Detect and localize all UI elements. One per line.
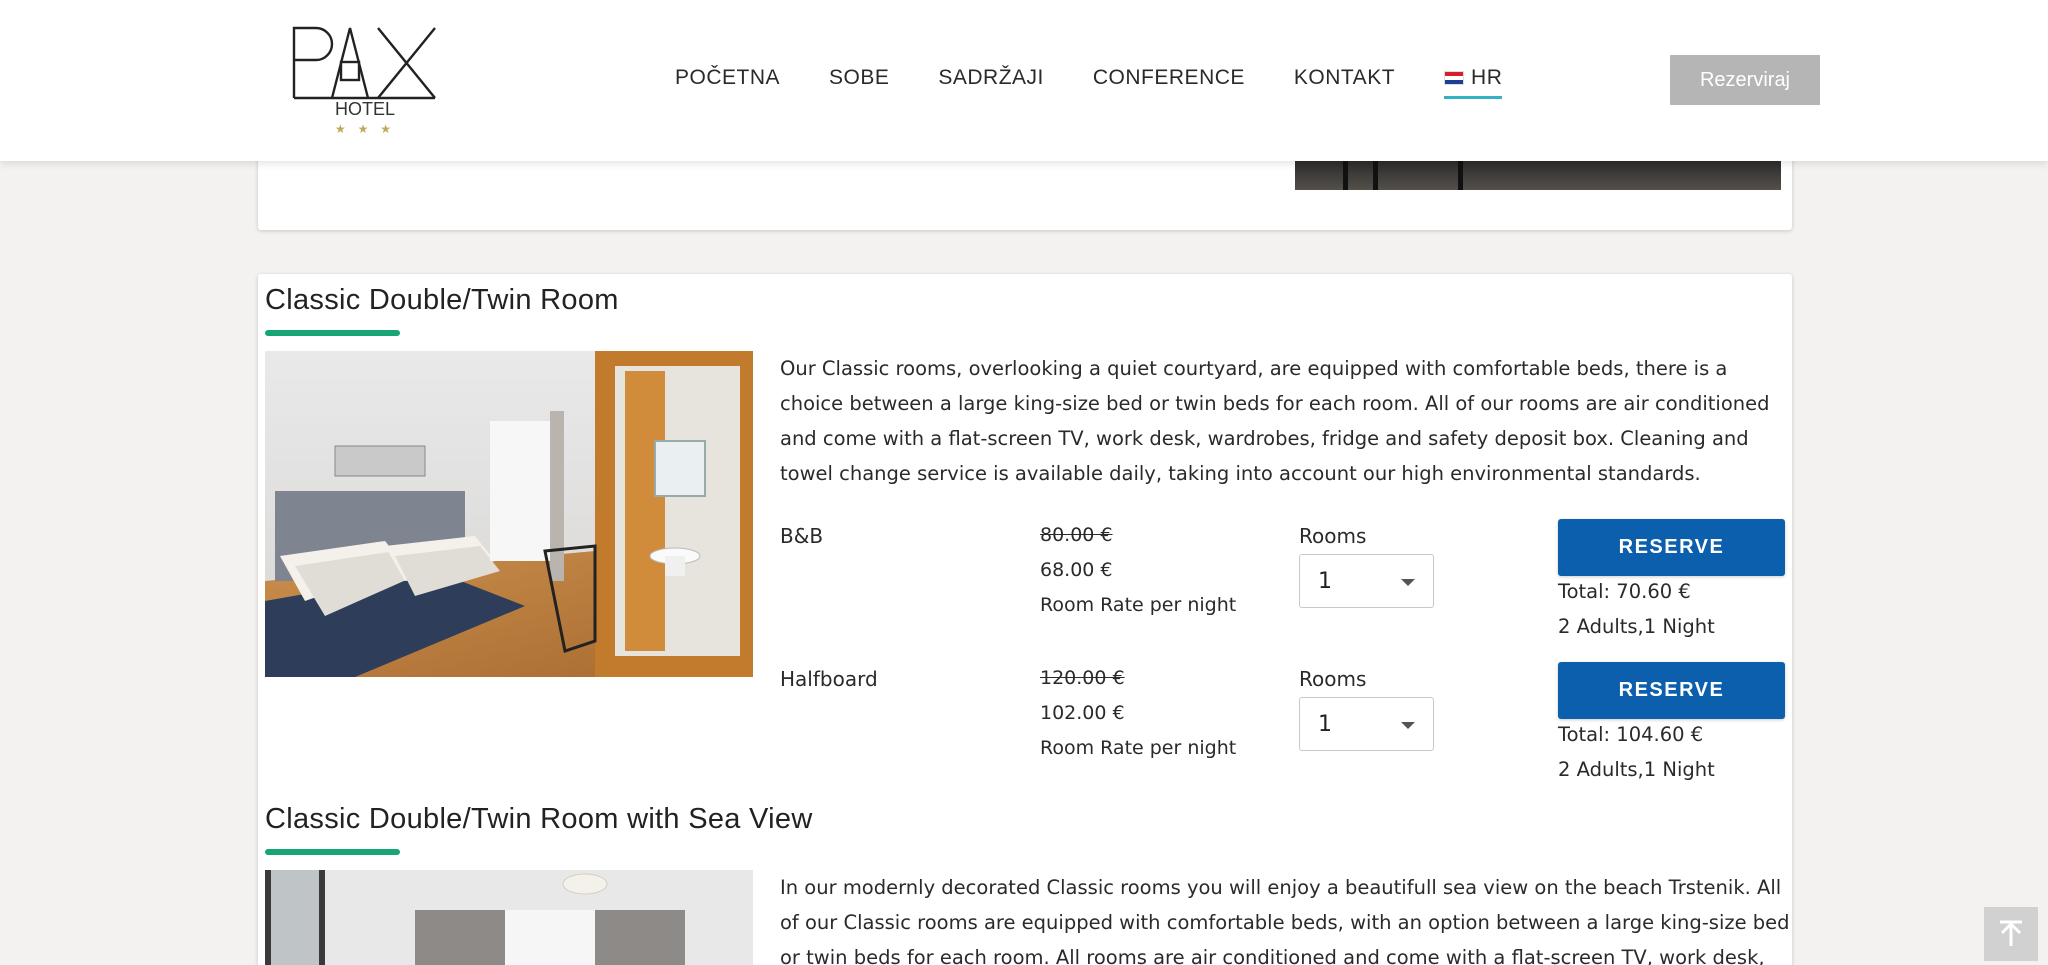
room-photo[interactable] (265, 870, 753, 965)
caret-down-icon (1401, 722, 1415, 729)
rate-name: Halfboard (780, 667, 878, 691)
photo-detail (1343, 160, 1348, 190)
rooms-select[interactable]: 1 (1299, 554, 1434, 608)
site-header: HOTEL ★ ★ ★ POČETNA SOBE SADRŽAJI CONFER… (0, 0, 2048, 161)
room-title: Classic Double/Twin Room (265, 284, 619, 316)
logo-stars: ★ ★ ★ (335, 122, 395, 136)
room-photo-image (265, 870, 753, 965)
rooms-label: Rooms (1299, 524, 1367, 548)
room-description: Our Classic rooms, overlooking a quiet c… (780, 357, 1770, 485)
hotel-logo[interactable]: HOTEL ★ ★ ★ (290, 22, 440, 142)
guests-info: 2 Adults,1 Night (1558, 615, 1715, 638)
room-card: Classic Double/Twin Room Our Classic roo… (258, 274, 1792, 965)
guests-info: 2 Adults,1 Night (1558, 758, 1715, 781)
reserve-button[interactable]: RESERVE (1558, 519, 1785, 576)
arrow-up-icon (2000, 920, 2022, 946)
rooms-select-value: 1 (1318, 711, 1332, 737)
nav-item-sadrzaji[interactable]: SADRŽAJI (938, 66, 1044, 99)
room-photo[interactable] (265, 351, 753, 677)
title-underline (265, 849, 400, 855)
room-description: In our modernly decorated Classic rooms … (780, 876, 1790, 965)
total-price: Total: 70.60 € (1558, 580, 1691, 603)
room-title: Classic Double/Twin Room with Sea View (265, 803, 813, 835)
croatian-flag-icon (1444, 71, 1465, 85)
rooms-select[interactable]: 1 (1299, 697, 1434, 751)
rate-name: B&B (780, 524, 824, 548)
logo-mark (292, 26, 436, 100)
nav-item-conference[interactable]: CONFERENCE (1093, 66, 1245, 99)
rooms-label: Rooms (1299, 667, 1367, 691)
photo-detail (1458, 160, 1463, 190)
reserve-button[interactable]: RESERVE (1558, 662, 1785, 719)
caret-down-icon (1401, 579, 1415, 586)
logo-hotel-text: HOTEL (334, 99, 395, 119)
nav-item-pocetna[interactable]: POČETNA (675, 66, 780, 99)
scroll-top-button[interactable] (1984, 907, 2038, 961)
old-price: 120.00 € (1040, 667, 1125, 689)
nav-item-sobe[interactable]: SOBE (829, 66, 889, 99)
rezerviraj-button[interactable]: Rezerviraj (1670, 55, 1820, 105)
language-switcher[interactable]: HR (1444, 66, 1503, 99)
old-price: 80.00 € (1040, 524, 1113, 546)
nav-item-kontakt[interactable]: KONTAKT (1294, 66, 1395, 99)
price-note: Room Rate per night (1040, 737, 1237, 759)
new-price: 102.00 € (1040, 702, 1125, 724)
main-nav: POČETNA SOBE SADRŽAJI CONFERENCE KONTAKT… (675, 66, 1551, 99)
previous-room-photo (1295, 160, 1781, 190)
room-photo-image (265, 351, 753, 677)
price-note: Room Rate per night (1040, 594, 1237, 616)
total-price: Total: 104.60 € (1558, 723, 1704, 746)
language-label: HR (1471, 66, 1503, 89)
title-underline (265, 330, 400, 336)
new-price: 68.00 € (1040, 559, 1113, 581)
photo-detail (1373, 160, 1378, 190)
rooms-select-value: 1 (1318, 568, 1332, 594)
